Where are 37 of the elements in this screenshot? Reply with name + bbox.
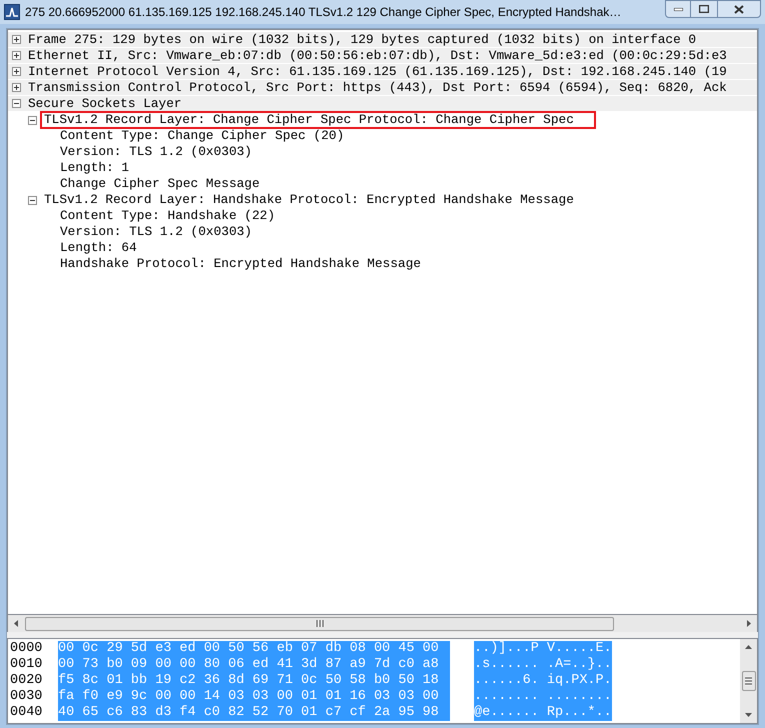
collapse-icon[interactable] (12, 99, 21, 108)
close-button[interactable] (717, 0, 761, 18)
offset-cell-text: 0000 (10, 641, 44, 657)
scrollbar-thumb[interactable] (25, 616, 614, 630)
horizontal-scrollbar[interactable] (7, 615, 758, 632)
expand-icon[interactable] (12, 83, 21, 92)
waveform-icon (4, 4, 20, 20)
vertical-scrollbar[interactable] (740, 639, 757, 723)
offset-cell-text: 0030 (10, 689, 44, 705)
grip-icon (745, 677, 752, 685)
tree-item[interactable]: Content Type: Change Cipher Spec (20) (60, 129, 344, 143)
close-icon (734, 4, 744, 14)
tree-item[interactable]: Handshake Protocol: Encrypted Handshake Message (60, 257, 421, 271)
offset-cell-text: 0040 (10, 705, 44, 721)
scrollbar-thumb[interactable] (742, 671, 756, 691)
tree-item[interactable]: Length: 64 (60, 241, 137, 255)
grip-icon (316, 620, 324, 627)
tree-item[interactable]: Secure Sockets Layer (28, 96, 182, 110)
tree-item[interactable]: Content Type: Handshake (22) (60, 209, 276, 223)
tree-item[interactable]: TLSv1.2 Record Layer: Change Cipher Spec Protocol: Change Cipher Spec (42, 113, 594, 127)
minimize-icon (674, 8, 682, 10)
tree-item[interactable]: TLSv1.2 Record Layer: Handshake Protocol: Encrypted Handshake Message (44, 193, 574, 207)
offset-cell-text: 0010 (10, 657, 44, 673)
expand-icon[interactable] (12, 51, 21, 60)
tree-item[interactable]: Length: 1 (60, 161, 130, 175)
tree-item[interactable]: Version: TLS 1.2 (0x0303) (60, 225, 252, 239)
collapse-icon[interactable] (28, 196, 37, 204)
maximize-button[interactable] (691, 0, 717, 18)
expand-icon[interactable] (12, 67, 21, 76)
collapse-icon[interactable] (28, 116, 37, 124)
maximize-icon (699, 5, 709, 13)
minimize-button[interactable] (665, 0, 691, 18)
offset-cell-text: 0020 (10, 673, 44, 689)
tree-item[interactable]: Change Cipher Spec Message (60, 177, 260, 191)
expand-icon[interactable] (12, 35, 21, 44)
window-title: 275 20.666952000 61.135.169.125 192.168.245.140 TLSv1.2 129 Change Cipher Spec, Encrypted Handshak… (25, 4, 622, 21)
tree-item[interactable]: Version: TLS 1.2 (0x0303) (60, 145, 252, 159)
